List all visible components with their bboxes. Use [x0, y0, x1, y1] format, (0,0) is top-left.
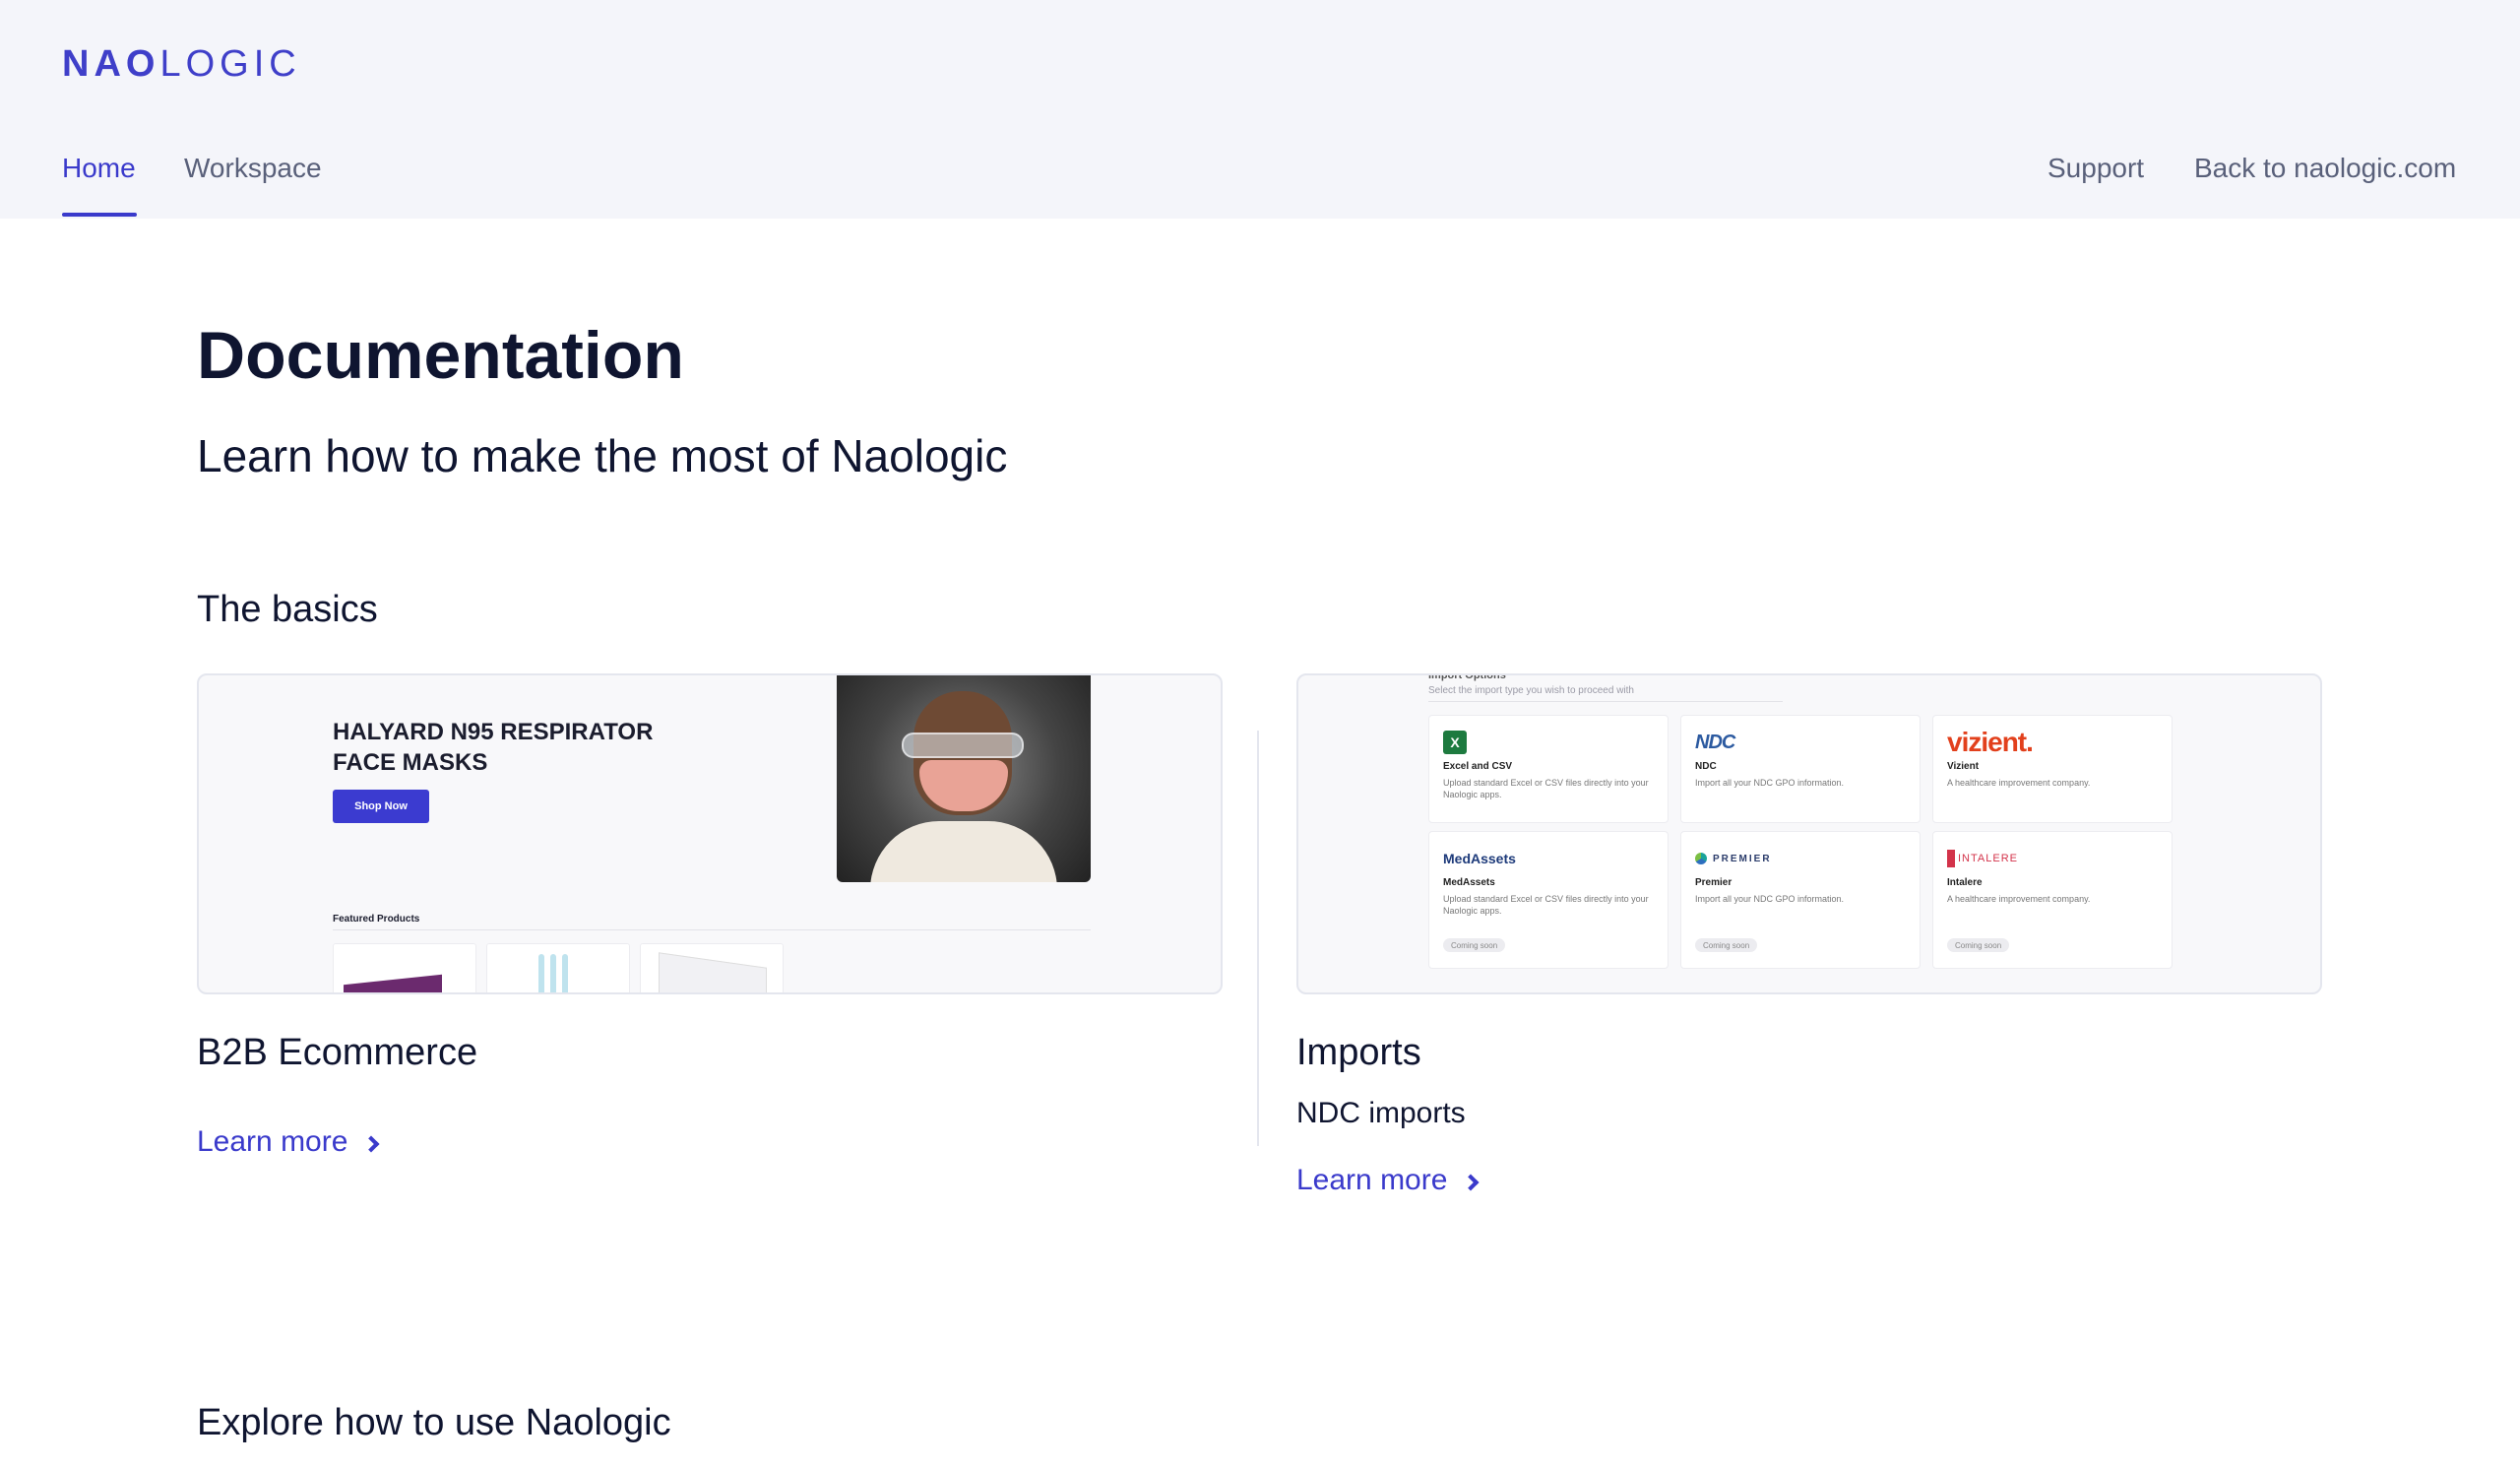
premier-logo: PREMIER: [1695, 853, 1772, 864]
featured-products-label: Featured Products: [333, 914, 420, 925]
coming-soon-badge: Coming soon: [1695, 938, 1758, 952]
nav-active-indicator: [62, 213, 137, 217]
intalere-logo: INTALERE: [1947, 850, 2018, 867]
nav-home[interactable]: Home: [62, 153, 136, 184]
page-subtitle: Learn how to make the most of Naologic: [197, 430, 1008, 481]
tile-description: Import all your NDC GPO information.: [1695, 894, 1845, 904]
card-divider: [1257, 731, 1259, 1146]
product-thumb: [333, 943, 476, 992]
tile-name: Excel and CSV: [1443, 761, 1513, 772]
learn-more-imports-link[interactable]: Learn more: [1296, 1164, 1480, 1197]
imports-thumbnail[interactable]: Import Options Select the import type yo…: [1296, 673, 2322, 994]
top-header: NAOLOGIC Home Workspace Support Back to …: [0, 0, 2520, 219]
tile-description: Upload standard Excel or CSV files direc…: [1443, 778, 1649, 799]
learn-more-b2b-link[interactable]: Learn more: [197, 1125, 380, 1159]
nav-back-to-site[interactable]: Back to naologic.com: [2194, 153, 2456, 184]
card-title-b2b-ecommerce[interactable]: B2B Ecommerce: [197, 1032, 477, 1074]
coming-soon-badge: Coming soon: [1443, 938, 1506, 952]
tile-description: Import all your NDC GPO information.: [1695, 778, 1845, 788]
import-tile-ndc: NDC NDC Import all your NDC GPO informat…: [1680, 715, 1921, 823]
mask-model-photo: [837, 675, 1091, 882]
import-tile-medassets: MedAssets MedAssets Upload standard Exce…: [1428, 831, 1669, 969]
b2b-ecommerce-thumbnail[interactable]: HALYARD N95 RESPIRATOR FACE MASKS Shop N…: [197, 673, 1223, 994]
tile-name: Vizient: [1947, 761, 1980, 772]
nav-support[interactable]: Support: [2048, 153, 2144, 184]
premier-mark-icon: [1695, 853, 1707, 864]
card-description-imports: NDC imports: [1296, 1097, 1466, 1129]
medassets-logo: MedAssets: [1443, 851, 1516, 866]
product-thumb: [486, 943, 630, 992]
thumbnail-headline-line2: FACE MASKS: [333, 749, 488, 776]
import-options-heading: Import Options: [1428, 673, 1506, 681]
thumbnail-headline-line1: HALYARD N95 RESPIRATOR: [333, 719, 654, 745]
card-title-imports[interactable]: Imports: [1296, 1032, 1421, 1074]
import-options-subheading: Select the import type you wish to proce…: [1428, 685, 1634, 696]
tile-description: A healthcare improvement company.: [1947, 894, 2091, 904]
excel-icon: X: [1443, 731, 1467, 754]
chevron-right-icon: [362, 1135, 380, 1153]
logo-text-strong: NAO: [62, 43, 160, 85]
tile-name: Intalere: [1947, 877, 1983, 888]
page-title: Documentation: [197, 318, 684, 393]
vizient-logo: vizient.: [1947, 727, 2034, 757]
section-title-basics: The basics: [197, 589, 378, 630]
naologic-logo[interactable]: NAOLOGIC: [62, 43, 301, 86]
learn-more-label: Learn more: [197, 1125, 348, 1158]
nav-workspace[interactable]: Workspace: [184, 153, 322, 184]
tile-description: Upload standard Excel or CSV files direc…: [1443, 894, 1649, 916]
product-thumb: [640, 943, 784, 992]
premier-logo-text: PREMIER: [1713, 853, 1772, 864]
intalere-logo-text: INTALERE: [1958, 853, 2018, 864]
thumbnail-divider: [1428, 701, 1783, 702]
intalere-mark-icon: [1947, 850, 1955, 867]
chevron-right-icon: [1462, 1174, 1480, 1191]
import-tile-vizient: vizient. Vizient A healthcare improvemen…: [1932, 715, 2173, 823]
logo-text-light: LOGIC: [159, 43, 301, 85]
learn-more-label: Learn more: [1296, 1164, 1448, 1196]
import-tile-excel: X Excel and CSV Upload standard Excel or…: [1428, 715, 1669, 823]
tile-description: A healthcare improvement company.: [1947, 778, 2091, 788]
tile-name: Premier: [1695, 877, 1732, 888]
thumbnail-divider: [333, 929, 1091, 930]
import-tile-intalere: INTALERE Intalere A healthcare improveme…: [1932, 831, 2173, 969]
import-tile-premier: PREMIER Premier Import all your NDC GPO …: [1680, 831, 1921, 969]
section-title-explore: Explore how to use Naologic: [197, 1402, 671, 1443]
coming-soon-badge: Coming soon: [1947, 938, 2010, 952]
tile-name: MedAssets: [1443, 877, 1495, 888]
shop-now-button: Shop Now: [333, 790, 429, 823]
ndc-logo: NDC: [1695, 731, 1735, 753]
thumbnail-headline: HALYARD N95 RESPIRATOR FACE MASKS: [333, 717, 653, 778]
tile-name: NDC: [1695, 761, 1717, 772]
